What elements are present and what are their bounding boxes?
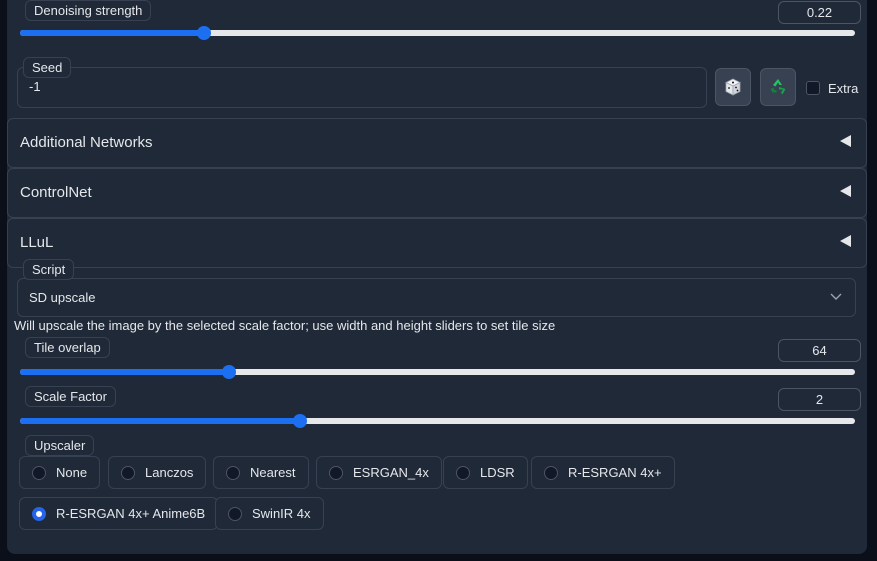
slider-fill: [20, 369, 229, 375]
option-label: R-ESRGAN 4x+: [568, 465, 662, 480]
random-seed-button[interactable]: [715, 68, 751, 106]
script-label: Script: [23, 259, 75, 280]
option-label: LDSR: [480, 465, 515, 480]
seed-input[interactable]: -1: [17, 67, 707, 108]
chevron-down-icon: [830, 293, 842, 300]
option-label: SwinIR 4x: [252, 506, 311, 521]
option-label: R-ESRGAN 4x+ Anime6B: [56, 506, 206, 521]
denoising-strength-label: Denoising strength: [25, 0, 152, 21]
collapse-arrow-icon: [840, 135, 851, 147]
upscaler-option-swinir-4x[interactable]: SwinIR 4x: [215, 497, 324, 530]
slider-thumb[interactable]: [292, 414, 307, 428]
upscaler-option-lanczos[interactable]: Lanczos: [108, 456, 207, 489]
upscaler-option-r-esrgan-4x-plus[interactable]: R-ESRGAN 4x+: [531, 456, 675, 489]
slider-thumb[interactable]: [196, 26, 211, 40]
radio-dot: [32, 465, 46, 480]
upscaler-option-ldsr[interactable]: LDSR: [443, 456, 528, 489]
accordion-llul[interactable]: LLuL: [7, 218, 867, 268]
script-dropdown[interactable]: SD upscale: [17, 278, 856, 317]
denoising-strength-number[interactable]: 0.22: [778, 1, 861, 24]
radio-dot: [329, 465, 343, 480]
scale-factor-slider[interactable]: [20, 411, 855, 433]
script-description: Will upscale the image by the selected s…: [14, 318, 556, 333]
scale-factor-label: Scale Factor: [25, 386, 116, 407]
script-selected-value: SD upscale: [29, 290, 96, 305]
option-label: ESRGAN_4x: [353, 465, 429, 480]
seed-label: Seed: [23, 57, 72, 78]
radio-dot: [121, 465, 135, 480]
scale-factor-number[interactable]: 2: [778, 388, 861, 411]
collapse-arrow-icon: [840, 185, 851, 197]
slider-thumb[interactable]: [221, 365, 236, 379]
option-label: Lanczos: [145, 465, 194, 480]
accordion-controlnet[interactable]: ControlNet: [7, 168, 867, 218]
upscaler-label: Upscaler: [25, 435, 95, 456]
tile-overlap-label: Tile overlap: [25, 337, 110, 358]
accordion-title: Additional Networks: [20, 134, 153, 151]
tile-overlap-number[interactable]: 64: [778, 339, 861, 362]
upscaler-option-esrgan-4x[interactable]: ESRGAN_4x: [316, 456, 442, 489]
radio-dot: [544, 465, 558, 480]
upscaler-option-none[interactable]: None: [19, 456, 101, 489]
radio-dot: [226, 465, 240, 480]
slider-fill: [20, 418, 300, 424]
extra-checkbox[interactable]: [806, 81, 820, 95]
accordion-additional-networks[interactable]: Additional Networks: [7, 118, 867, 168]
extra-label: Extra: [828, 81, 859, 96]
option-label: Nearest: [250, 465, 296, 480]
accordion-title: LLuL: [20, 234, 54, 251]
dice-icon: [725, 78, 741, 96]
upscaler-option-r-esrgan-4x-plus-anime6b[interactable]: R-ESRGAN 4x+ Anime6B: [19, 497, 219, 530]
reuse-seed-button[interactable]: [760, 68, 796, 106]
radio-dot-selected: [32, 506, 46, 521]
collapse-arrow-icon: [840, 235, 851, 247]
denoising-strength-slider[interactable]: [20, 23, 855, 45]
recycle-icon: [770, 79, 786, 95]
upscaler-option-nearest[interactable]: Nearest: [213, 456, 309, 489]
slider-fill: [20, 30, 204, 36]
radio-dot: [228, 506, 242, 521]
radio-dot: [456, 465, 470, 480]
accordion-title: ControlNet: [20, 184, 92, 201]
tile-overlap-slider[interactable]: [20, 362, 855, 384]
option-label: None: [56, 465, 88, 480]
